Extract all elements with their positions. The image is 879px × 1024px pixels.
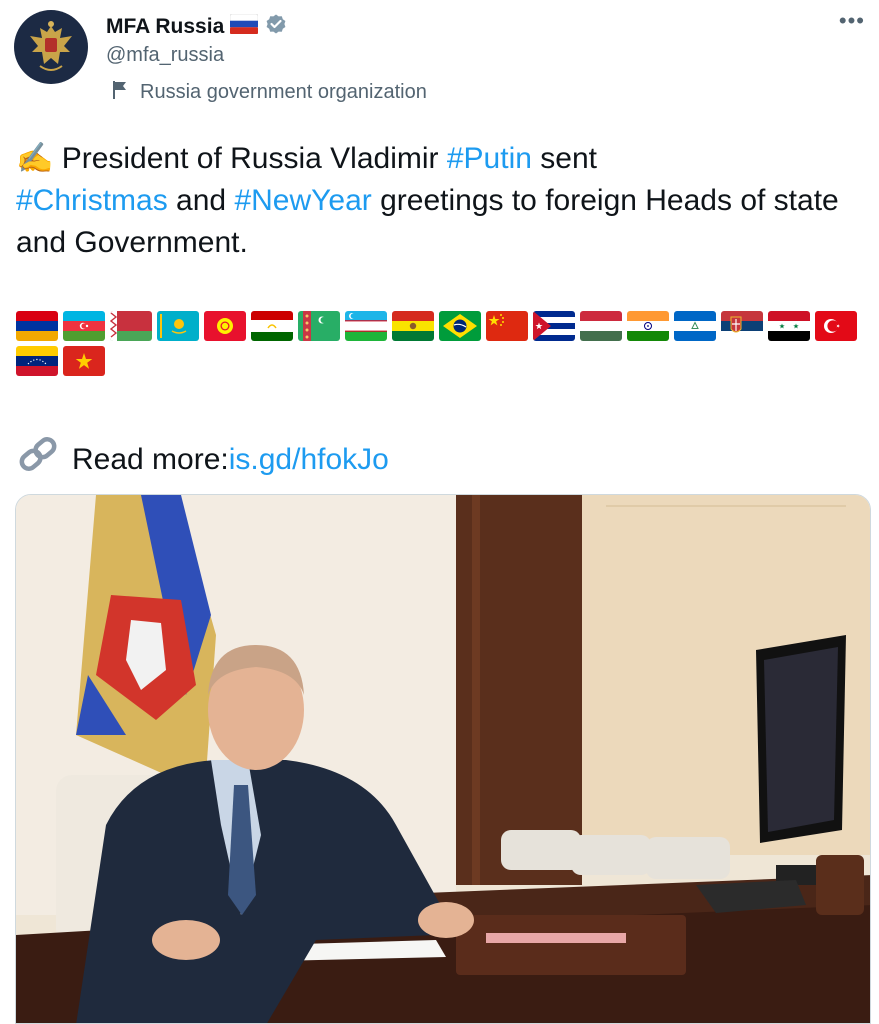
flag-outline-icon (112, 80, 130, 105)
tweet-text: ✍️ President of Russia Vladimir #Putin s… (16, 138, 866, 264)
eagle-emblem-icon (30, 21, 72, 71)
handle[interactable]: @mfa_russia (106, 44, 224, 67)
display-name[interactable]: MFA Russia (106, 15, 224, 39)
link-icon (16, 436, 60, 483)
tweet-photo[interactable] (15, 494, 871, 1024)
tweet-text-part: President of Russia Vladimir (61, 142, 447, 175)
flag-vietnam-icon (63, 346, 105, 376)
org-label[interactable]: Russia government organization (140, 81, 427, 104)
flag-venezuela-icon (16, 346, 58, 376)
flag-kyrgyzstan-icon (204, 311, 246, 341)
flag-bolivia-icon (392, 311, 434, 341)
read-more-label: Read more: (72, 442, 229, 476)
flag-uzbekistan-icon (345, 311, 387, 341)
avatar[interactable] (14, 10, 88, 84)
more-options-button[interactable]: ••• (839, 8, 865, 34)
flag-kazakhstan-icon (157, 311, 199, 341)
flag-india-icon (627, 311, 669, 341)
flag-cuba-icon (533, 311, 575, 341)
tweet-text-part: and (167, 184, 235, 217)
flag-belarus-icon (110, 311, 152, 341)
flag-tajikistan-icon (251, 311, 293, 341)
flag-hungary-icon (580, 311, 622, 341)
tweet-text-part: sent (531, 142, 597, 175)
writing-hand-emoji: ✍️ (16, 142, 54, 175)
flag-turkey-icon (815, 311, 857, 341)
flag-brazil-icon (439, 311, 481, 341)
flag-serbia-icon (721, 311, 763, 341)
hashtag-christmas[interactable]: #Christmas (16, 184, 168, 217)
flag-syria-icon (768, 311, 810, 341)
flag-emoji-list (16, 311, 866, 376)
flag-armenia-icon (16, 311, 58, 341)
flag-nicaragua-icon (674, 311, 716, 341)
flag-turkmenistan-icon (298, 311, 340, 341)
flag-china-icon (486, 311, 528, 341)
verified-badge-icon (264, 12, 288, 41)
flag-russia-icon (230, 13, 259, 39)
hashtag-putin[interactable]: #Putin (447, 142, 532, 175)
flag-azerbaijan-icon (63, 311, 105, 341)
read-more-link[interactable]: is.gd/hfokJo (229, 440, 389, 480)
hashtag-newyear[interactable]: #NewYear (234, 184, 371, 217)
